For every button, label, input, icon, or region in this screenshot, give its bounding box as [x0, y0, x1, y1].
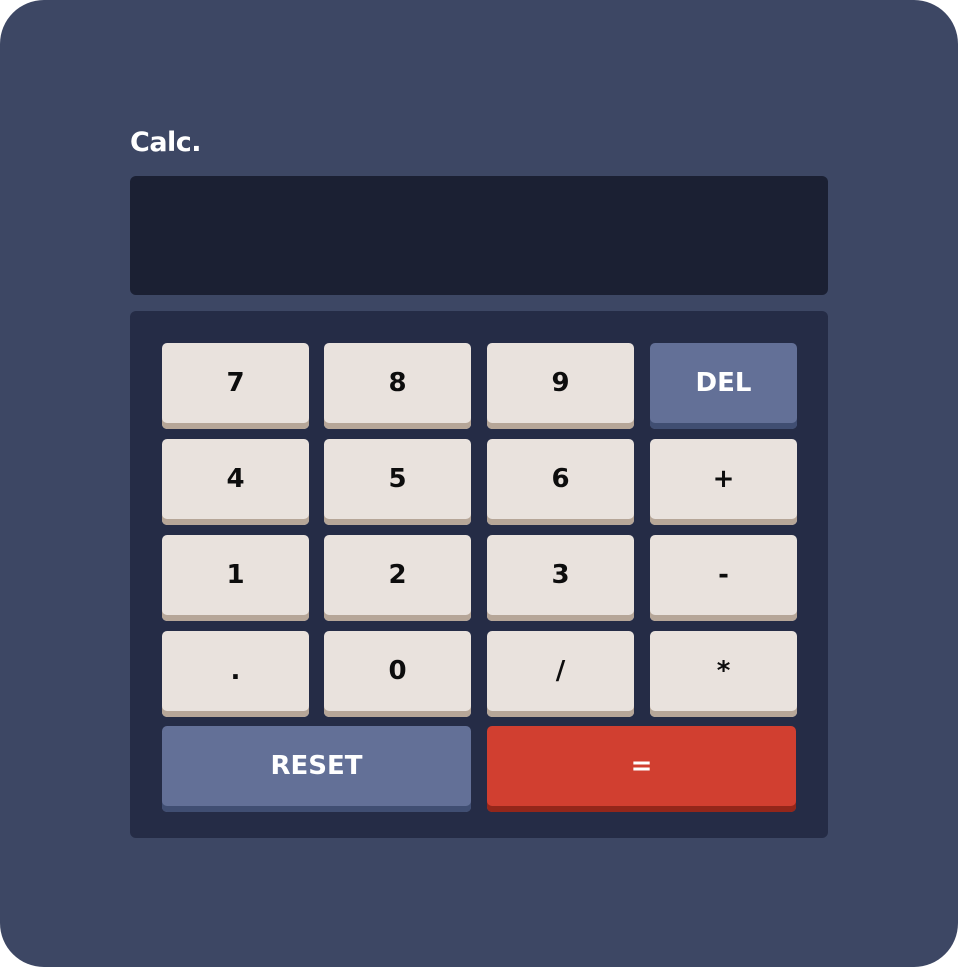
- calculator-display: [130, 176, 828, 295]
- add-button[interactable]: +: [650, 439, 797, 525]
- app-title: Calc.: [130, 127, 202, 158]
- multiply-button[interactable]: *: [650, 631, 797, 717]
- key-8[interactable]: 8: [324, 343, 471, 429]
- equals-button[interactable]: =: [487, 726, 796, 812]
- key-5[interactable]: 5: [324, 439, 471, 525]
- keypad: 7 8 9 DEL 4 5 6 + 1 2 3 - . 0 / * RESET …: [130, 311, 828, 838]
- subtract-button[interactable]: -: [650, 535, 797, 621]
- divide-button[interactable]: /: [487, 631, 634, 717]
- key-4[interactable]: 4: [162, 439, 309, 525]
- delete-button[interactable]: DEL: [650, 343, 797, 429]
- calculator-app: Calc. 7 8 9 DEL 4 5 6 + 1 2 3 - . 0 / * …: [0, 0, 958, 967]
- reset-button[interactable]: RESET: [162, 726, 471, 812]
- key-1[interactable]: 1: [162, 535, 309, 621]
- decimal-point-button[interactable]: .: [162, 631, 309, 717]
- key-9[interactable]: 9: [487, 343, 634, 429]
- key-3[interactable]: 3: [487, 535, 634, 621]
- key-2[interactable]: 2: [324, 535, 471, 621]
- key-0[interactable]: 0: [324, 631, 471, 717]
- key-6[interactable]: 6: [487, 439, 634, 525]
- key-7[interactable]: 7: [162, 343, 309, 429]
